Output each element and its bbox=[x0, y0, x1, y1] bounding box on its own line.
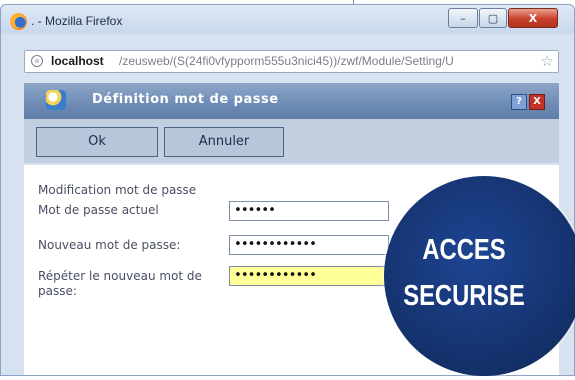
cancel-button[interactable]: Annuler bbox=[164, 127, 284, 157]
maximize-button[interactable]: ▢ bbox=[479, 8, 507, 28]
globe-icon bbox=[31, 55, 43, 67]
help-icon[interactable]: ? bbox=[511, 94, 527, 110]
url-bar[interactable]: localhost /zeusweb/(S(24fi0vfypporm555u3… bbox=[24, 50, 559, 73]
url-path: /zeusweb/(S(24fi0vfypporm555u3nici45))/z… bbox=[119, 54, 454, 68]
star-icon[interactable]: ☆ bbox=[541, 51, 554, 72]
secure-access-badge: ACCES SECURISE bbox=[384, 176, 575, 376]
new-password-input[interactable]: •••••••••••• bbox=[229, 235, 389, 255]
section-title: Modification mot de passe bbox=[38, 183, 197, 197]
badge-line-1: ACCES bbox=[422, 234, 506, 266]
window-title: . - Mozilla Firefox bbox=[31, 14, 123, 28]
ok-button[interactable]: Ok bbox=[36, 127, 158, 157]
current-password-label: Mot de passe actuel bbox=[38, 203, 159, 217]
url-host: localhost bbox=[51, 54, 104, 68]
settings-icon bbox=[46, 90, 66, 110]
repeat-password-label: Répéter le nouveau mot de passe: bbox=[38, 269, 202, 298]
firefox-icon bbox=[10, 13, 27, 30]
current-password-input[interactable]: •••••• bbox=[229, 201, 389, 221]
badge-line-2: SECURISE bbox=[403, 280, 525, 312]
dialog-close-icon[interactable]: X bbox=[529, 94, 545, 110]
dialog-header: Définition mot de passe ? X bbox=[24, 83, 559, 119]
close-button[interactable]: X bbox=[508, 8, 558, 28]
minimize-button[interactable]: – bbox=[448, 8, 478, 28]
new-password-label: Nouveau mot de passe: bbox=[38, 238, 181, 252]
repeat-password-input[interactable]: •••••••••••• bbox=[229, 266, 389, 286]
dialog-title: Définition mot de passe bbox=[92, 92, 279, 107]
titlebar: . - Mozilla Firefox – ▢ X bbox=[1, 5, 574, 39]
dialog-toolbar: Ok Annuler bbox=[24, 119, 559, 163]
